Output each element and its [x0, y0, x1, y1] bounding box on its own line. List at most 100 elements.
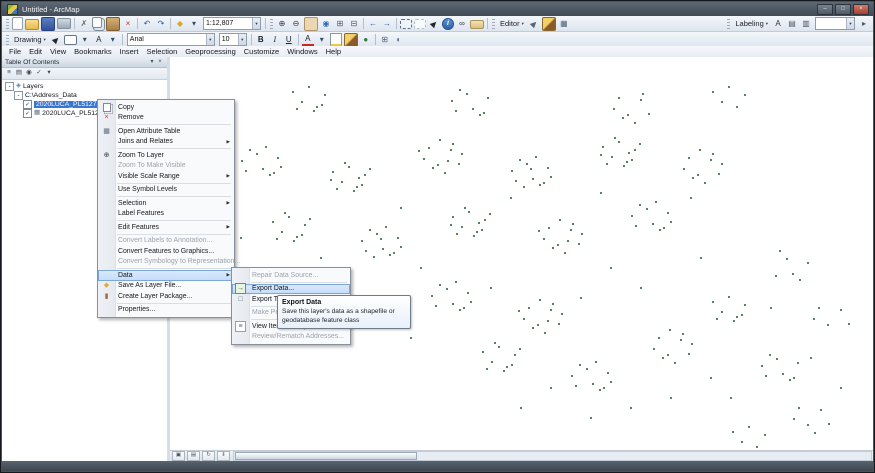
layout-view-button[interactable]: ▤	[187, 451, 200, 461]
back-extent-icon[interactable]: ←	[367, 18, 379, 30]
menu-item-copy[interactable]: Copy	[98, 102, 234, 113]
menu-item-convert-features-to-graphics[interactable]: Convert Features to Graphics...	[98, 246, 234, 257]
label-weight-icon[interactable]: ▥	[800, 18, 812, 30]
menu-item-export-data[interactable]: →Export Data...	[232, 284, 350, 295]
menu-edit[interactable]: Edit	[25, 47, 46, 56]
snapping-icon[interactable]: ⊞	[379, 34, 391, 46]
font-combo-arrow-icon[interactable]: ▾	[206, 34, 214, 45]
scale-combo-arrow-icon[interactable]: ▾	[252, 18, 260, 29]
maximize-button[interactable]: □	[835, 4, 851, 15]
menu-item-save-as-layer-file[interactable]: ◆Save As Layer File...	[98, 281, 234, 292]
toc-menu-icon[interactable]: ▾	[148, 58, 156, 66]
close-button[interactable]: ×	[853, 4, 869, 15]
edit-attributes-icon[interactable]: ▦	[558, 18, 570, 30]
forward-extent-icon[interactable]: →	[381, 18, 393, 30]
menu-file[interactable]: File	[5, 47, 25, 56]
menu-item-use-symbol-levels[interactable]: Use Symbol Levels	[98, 185, 234, 196]
menu-item-edit-features[interactable]: Edit Features▶	[98, 222, 234, 233]
toolbar-grip[interactable]	[270, 19, 273, 29]
new-document-icon[interactable]	[12, 17, 23, 30]
menu-help[interactable]: Help	[322, 47, 345, 56]
scrollbar-thumb[interactable]	[235, 452, 417, 460]
underline-icon[interactable]: U	[283, 34, 295, 46]
menu-insert[interactable]: Insert	[116, 47, 143, 56]
data-view-button[interactable]: ▣	[172, 451, 185, 461]
menu-geoprocessing[interactable]: Geoprocessing	[181, 47, 239, 56]
font-size-combo[interactable]: 10▾	[219, 33, 247, 46]
delete-icon[interactable]: ×	[122, 18, 134, 30]
menu-item-selection[interactable]: Selection▶	[98, 198, 234, 209]
find-icon[interactable]: ∞	[456, 18, 468, 30]
undo-icon[interactable]: ↶	[141, 18, 153, 30]
menu-selection[interactable]: Selection	[142, 47, 181, 56]
text-dropdown-arrow-icon[interactable]: ▾	[107, 34, 119, 46]
zoom-in-icon[interactable]: ⊕	[276, 18, 288, 30]
toolbar-grip[interactable]	[727, 19, 730, 29]
toc-item-layers[interactable]: -◈Layers	[2, 82, 167, 91]
open-folder-icon[interactable]	[25, 19, 39, 30]
edit-tool-icon[interactable]: ▶	[528, 18, 540, 30]
list-by-selection-icon[interactable]: ✓	[34, 69, 44, 79]
cut-icon[interactable]: ✗	[78, 18, 90, 30]
zoom-out-icon[interactable]: ⊖	[290, 18, 302, 30]
add-data-arrow-icon[interactable]: ▾	[188, 18, 200, 30]
font-color-arrow-icon[interactable]: ▾	[316, 34, 328, 46]
redo-icon[interactable]: ↷	[155, 18, 167, 30]
menu-item-properties[interactable]: Properties...	[98, 305, 234, 316]
draw-pointer-icon[interactable]: ▶	[50, 34, 62, 46]
fixed-zoom-out-icon[interactable]: ⊟	[348, 18, 360, 30]
labeling-combo[interactable]: ▾	[815, 17, 855, 30]
add-data-icon[interactable]: ◆	[174, 18, 186, 30]
save-icon[interactable]	[41, 17, 55, 31]
labeling-combo-arrow-icon[interactable]: ▾	[846, 18, 854, 29]
font-color-icon[interactable]: A	[302, 33, 314, 46]
create-features-icon[interactable]	[542, 17, 556, 31]
print-icon[interactable]	[57, 18, 71, 29]
fixed-zoom-in-icon[interactable]: ⊞	[334, 18, 346, 30]
layer-visibility-checkbox[interactable]: ✓	[23, 100, 32, 109]
pan-icon[interactable]	[304, 17, 318, 31]
menu-item-remove[interactable]: ×Remove	[98, 113, 234, 124]
menu-item-data[interactable]: Data▶	[98, 270, 234, 281]
list-by-drawing-order-icon[interactable]: ≡	[4, 69, 14, 79]
minimize-button[interactable]: –	[817, 4, 833, 15]
select-elements-icon[interactable]: ▶	[428, 18, 440, 30]
menu-item-open-attribute-table[interactable]: ▦Open Attribute Table	[98, 126, 234, 137]
tree-expander-icon[interactable]: -	[5, 82, 14, 91]
text-tool-icon[interactable]: A	[93, 34, 105, 46]
toc-close-icon[interactable]: ×	[156, 58, 164, 66]
select-features-icon[interactable]	[400, 19, 412, 29]
menu-item-joins-and-relates[interactable]: Joins and Relates▶	[98, 137, 234, 148]
line-color-icon[interactable]	[344, 33, 358, 47]
paste-icon[interactable]	[106, 17, 120, 31]
menu-view[interactable]: View	[46, 47, 70, 56]
tree-expander-icon[interactable]: -	[14, 91, 23, 100]
drawing-menu[interactable]: Drawing	[11, 35, 49, 44]
shape-dropdown-arrow-icon[interactable]: ▾	[79, 34, 91, 46]
list-by-visibility-icon[interactable]: ◉	[24, 69, 34, 79]
menu-item-label-features[interactable]: Label Features	[98, 209, 234, 220]
toolbar-grip[interactable]	[6, 19, 9, 29]
font-combo[interactable]: Arial▾	[127, 33, 215, 46]
full-extent-icon[interactable]: ◉	[320, 18, 332, 30]
label-manager-icon[interactable]: A	[772, 18, 784, 30]
menu-windows[interactable]: Windows	[283, 47, 321, 56]
unplaced-labels-icon[interactable]: ▸	[858, 18, 870, 30]
menu-item-zoom-to-layer[interactable]: ⊕Zoom To Layer	[98, 150, 234, 161]
refresh-view-button[interactable]: ↻	[202, 451, 215, 461]
italic-icon[interactable]: I	[269, 34, 281, 46]
marker-color-icon[interactable]: ●	[360, 34, 372, 46]
labeling-menu[interactable]: Labeling	[732, 19, 771, 28]
draw-rectangle-icon[interactable]	[64, 35, 77, 45]
toolbar-grip[interactable]	[492, 19, 495, 29]
label-priority-icon[interactable]: ▤	[786, 18, 798, 30]
font-size-combo-arrow-icon[interactable]: ▾	[238, 34, 246, 45]
scale-combo[interactable]: 1:12,807▾	[203, 17, 261, 30]
identify-icon[interactable]: i	[442, 18, 454, 30]
horizontal-scrollbar[interactable]	[233, 451, 872, 461]
pause-drawing-button[interactable]: ‖	[217, 451, 230, 461]
effects-icon[interactable]: ◐	[393, 34, 405, 46]
editor-menu[interactable]: Editor	[497, 19, 527, 28]
menu-bookmarks[interactable]: Bookmarks	[70, 47, 116, 56]
list-by-source-icon[interactable]: ▤	[14, 69, 24, 79]
